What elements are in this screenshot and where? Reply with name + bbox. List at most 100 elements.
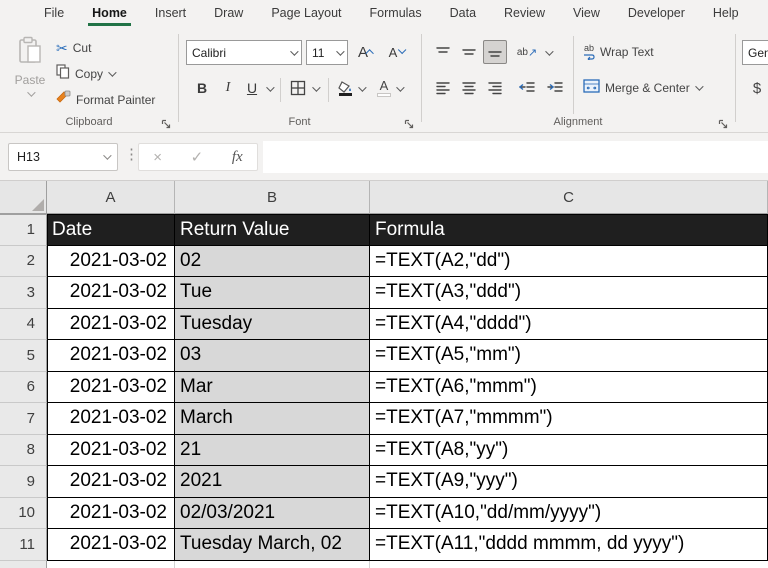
bold-button[interactable]: B [190, 76, 214, 100]
font-color-chevron-icon[interactable] [396, 83, 405, 92]
copy-chevron-icon[interactable] [108, 68, 117, 77]
return-value-cell[interactable]: Tuesday March, 02 [175, 529, 370, 561]
font-size-combo[interactable]: 11 [306, 40, 348, 65]
partial-cell[interactable] [175, 560, 370, 568]
orientation-chevron-icon[interactable] [545, 47, 554, 56]
row-number[interactable]: 4 [0, 308, 47, 340]
tab-view[interactable]: View [559, 0, 614, 26]
row-number[interactable]: 8 [0, 434, 47, 466]
vertical-dots-icon[interactable]: ⋮ [124, 145, 139, 163]
date-cell[interactable]: 2021-03-02 [47, 308, 175, 340]
cell-a1[interactable]: Date [47, 214, 175, 246]
date-cell[interactable]: 2021-03-02 [47, 529, 175, 561]
underline-button[interactable]: U [240, 76, 264, 100]
return-value-cell[interactable]: 2021 [175, 466, 370, 498]
tab-home[interactable]: Home [78, 0, 141, 26]
formula-cell[interactable]: =TEXT(A8,"yy") [370, 434, 768, 466]
return-value-cell[interactable]: Tue [175, 277, 370, 309]
clipboard-dialog-launcher[interactable] [161, 117, 172, 129]
borders-chevron-icon[interactable] [312, 83, 321, 92]
formula-cell[interactable]: =TEXT(A11,"dddd mmmm, dd yyyy") [370, 529, 768, 561]
underline-chevron-icon[interactable] [266, 83, 275, 92]
return-value-cell[interactable]: 02 [175, 245, 370, 277]
row-header-1[interactable]: 1 [0, 214, 47, 246]
paste-chevron-icon[interactable] [27, 88, 36, 97]
tab-review[interactable]: Review [490, 0, 559, 26]
shrink-font-button[interactable]: A [384, 40, 408, 64]
return-value-cell[interactable]: March [175, 403, 370, 435]
date-cell[interactable]: 2021-03-02 [47, 434, 175, 466]
merge-center-button[interactable]: Merge & Center [583, 76, 704, 100]
wrap-text-button[interactable]: ab Wrap Text [583, 40, 654, 64]
tab-draw[interactable]: Draw [200, 0, 257, 26]
row-number[interactable]: 11 [0, 529, 47, 561]
date-cell[interactable]: 2021-03-02 [47, 245, 175, 277]
return-value-cell[interactable]: 02/03/2021 [175, 497, 370, 529]
font-color-button[interactable]: A [372, 76, 396, 100]
date-cell[interactable]: 2021-03-02 [47, 466, 175, 498]
partial-cell[interactable] [47, 560, 175, 568]
align-center-button[interactable] [457, 76, 481, 100]
return-value-cell[interactable]: Tuesday [175, 308, 370, 340]
cut-button[interactable]: ✂ Cut [56, 38, 91, 58]
formula-cell[interactable]: =TEXT(A9,"yyy") [370, 466, 768, 498]
fill-color-button[interactable] [334, 76, 358, 100]
name-box-chevron-icon[interactable] [103, 151, 112, 160]
column-header-a[interactable]: A [47, 181, 175, 214]
paste-button[interactable]: Paste [8, 36, 52, 112]
cancel-icon[interactable]: × [153, 149, 162, 166]
row-header-12[interactable]: 12 [0, 560, 47, 568]
row-number[interactable]: 3 [0, 277, 47, 309]
increase-indent-button[interactable] [543, 76, 567, 100]
font-name-combo[interactable]: Calibri [186, 40, 302, 65]
row-number[interactable]: 2 [0, 245, 47, 277]
align-left-button[interactable] [431, 76, 455, 100]
partial-cell[interactable] [370, 561, 768, 568]
row-number[interactable]: 6 [0, 371, 47, 403]
font-dialog-launcher[interactable] [404, 117, 415, 129]
top-align-button[interactable] [431, 40, 455, 64]
return-value-cell[interactable]: 21 [175, 434, 370, 466]
formula-cell[interactable]: =TEXT(A7,"mmmm") [370, 403, 768, 435]
formula-cell[interactable]: =TEXT(A6,"mmm") [370, 371, 768, 403]
bottom-align-button[interactable] [483, 40, 507, 64]
tab-data[interactable]: Data [436, 0, 490, 26]
tab-file[interactable]: File [30, 0, 78, 26]
borders-button[interactable] [286, 76, 310, 100]
date-cell[interactable]: 2021-03-02 [47, 371, 175, 403]
name-box[interactable]: H13 [8, 143, 118, 171]
row-number[interactable]: 9 [0, 466, 47, 498]
fill-color-chevron-icon[interactable] [358, 83, 367, 92]
select-all-corner[interactable] [0, 181, 47, 214]
cell-b1[interactable]: Return Value [175, 214, 370, 246]
tab-insert[interactable]: Insert [141, 0, 200, 26]
decrease-indent-button[interactable] [515, 76, 539, 100]
column-header-b[interactable]: B [175, 181, 370, 214]
tab-developer[interactable]: Developer [614, 0, 699, 26]
row-number[interactable]: 7 [0, 403, 47, 435]
formula-cell[interactable]: =TEXT(A5,"mm") [370, 340, 768, 372]
date-cell[interactable]: 2021-03-02 [47, 340, 175, 372]
number-format-combo[interactable]: General [742, 40, 768, 65]
orientation-button[interactable]: ab ↗ [515, 40, 539, 64]
return-value-cell[interactable]: Mar [175, 371, 370, 403]
tab-formulas[interactable]: Formulas [356, 0, 436, 26]
cell-c1[interactable]: Formula [370, 214, 768, 246]
formula-cell[interactable]: =TEXT(A4,"dddd") [370, 308, 768, 340]
enter-icon[interactable]: ✓ [191, 148, 204, 166]
format-painter-button[interactable]: Format Painter [56, 90, 155, 110]
formula-cell[interactable]: =TEXT(A10,"dd/mm/yyyy") [370, 497, 768, 529]
align-right-button[interactable] [483, 76, 507, 100]
formula-cell[interactable]: =TEXT(A2,"dd") [370, 245, 768, 277]
date-cell[interactable]: 2021-03-02 [47, 497, 175, 529]
grow-font-button[interactable]: A [354, 40, 378, 64]
date-cell[interactable]: 2021-03-02 [47, 277, 175, 309]
copy-button[interactable]: Copy [56, 64, 117, 84]
tab-help[interactable]: Help [699, 0, 753, 26]
formula-input[interactable] [263, 141, 768, 173]
formula-cell[interactable]: =TEXT(A3,"ddd") [370, 277, 768, 309]
tab-page-layout[interactable]: Page Layout [257, 0, 355, 26]
column-header-c[interactable]: C [370, 181, 768, 214]
row-number[interactable]: 5 [0, 340, 47, 372]
accounting-format-button[interactable]: $ [745, 76, 768, 100]
